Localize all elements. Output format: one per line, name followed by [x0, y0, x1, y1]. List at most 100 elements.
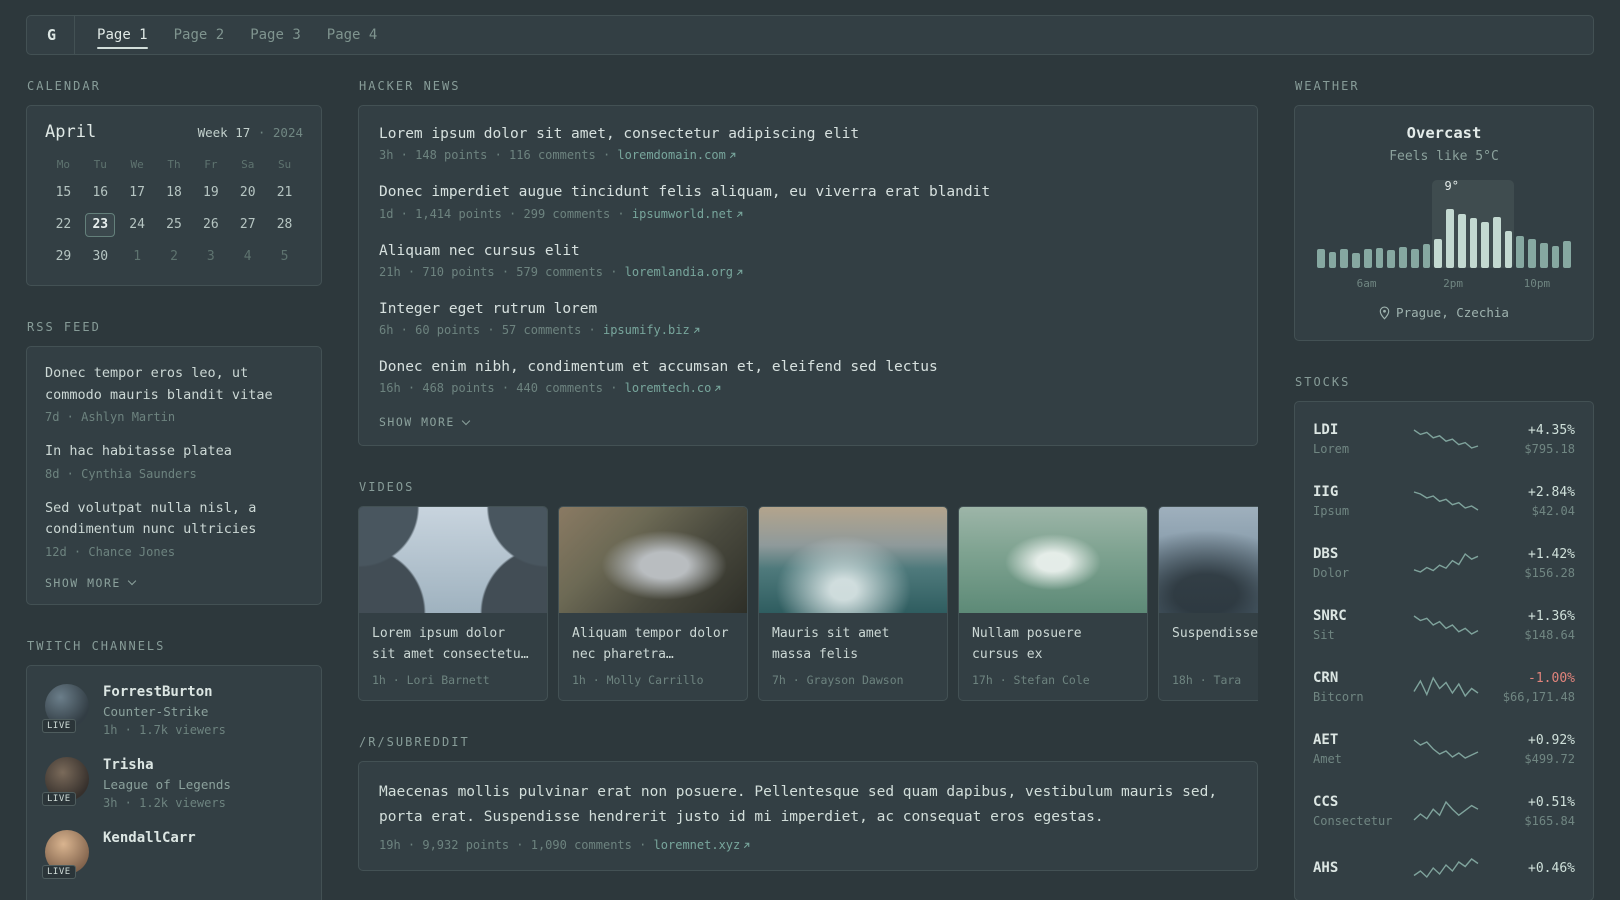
stock-change: -1.00% — [1528, 670, 1575, 686]
rss-item-meta: 12d · Chance Jones — [45, 544, 176, 559]
channel-avatar-wrap: LIVE — [42, 829, 89, 879]
hn-show-more-button[interactable]: SHOW MORE — [379, 415, 471, 429]
stock-sparkline — [1409, 427, 1483, 451]
stock-price: $148.64 — [1524, 627, 1575, 642]
rss-item[interactable]: Donec tempor eros leo, ut commodo mauris… — [45, 363, 303, 424]
post-stats: 19h · 9,932 points · 1,090 comments · — [379, 837, 647, 852]
hn-item-title[interactable]: Donec enim nibh, condimentum et accumsan… — [379, 357, 1237, 377]
video-title[interactable]: Mauris sit amet massa felis — [772, 624, 934, 665]
stock-info: CCS Consectetur — [1313, 794, 1409, 828]
channel-name[interactable]: KendallCarr — [103, 830, 196, 846]
twitch-channel-row[interactable]: LIVE Trisha League of Legends 3h · 1.2k … — [42, 756, 303, 810]
hn-item-domain-link[interactable]: loremtech.co — [625, 381, 723, 395]
stock-row[interactable]: CRN Bitcorn -1.00% $66,171.48 — [1311, 656, 1577, 718]
video-card[interactable]: Suspendisse diam 18h · Tara — [1158, 506, 1258, 702]
calendar-day-header: Su — [277, 158, 292, 171]
video-title[interactable]: Nullam posuere cursus ex — [972, 624, 1134, 665]
video-thumbnail — [959, 507, 1147, 614]
hn-item-title[interactable]: Aliquam nec cursus elit — [379, 241, 1237, 261]
hn-item-title[interactable]: Integer eget rutrum lorem — [379, 299, 1237, 319]
video-card-body: Mauris sit amet massa felis 7h · Grayson… — [759, 613, 947, 700]
calendar-day: 22 — [55, 217, 72, 232]
stock-values: +2.84% $42.04 — [1483, 485, 1575, 518]
page-tab[interactable]: Page 2 — [174, 16, 225, 54]
external-link-icon — [729, 153, 736, 159]
calendar-day: 5 — [280, 249, 289, 264]
rss-item-title[interactable]: Donec tempor eros leo, ut commodo mauris… — [45, 363, 303, 406]
hn-item-stats: 6h · 60 points · 57 comments · — [379, 323, 596, 338]
rss-item[interactable]: Sed volutpat nulla nisl, a condimentum n… — [45, 498, 303, 559]
page-tab[interactable]: Page 3 — [250, 16, 301, 54]
hn-item: Donec enim nibh, condimentum et accumsan… — [379, 357, 1237, 395]
post-text[interactable]: Maecenas mollis pulvinar erat non posuer… — [379, 780, 1237, 829]
twitch-channel-row[interactable]: LIVE KendallCarr — [42, 829, 303, 879]
channel-name[interactable]: Trisha — [103, 757, 231, 773]
stock-row[interactable]: LDI Lorem +4.35% $795.18 — [1311, 408, 1577, 470]
video-card-body: Nullam posuere cursus ex 17h · Stefan Co… — [959, 613, 1147, 700]
channel-game: Counter-Strike — [103, 703, 209, 719]
calendar-day: 3 — [206, 249, 215, 264]
hackernews-widget: Lorem ipsum dolor sit amet, consectetur … — [358, 105, 1258, 447]
weather-time-axis: 6am 2pm 10pm — [1315, 277, 1573, 292]
rss-item-meta: 7d · Ashlyn Martin — [45, 410, 176, 425]
rss-widget: Donec tempor eros leo, ut commodo mauris… — [26, 346, 322, 605]
video-card[interactable]: Lorem ipsum dolor sit amet consectetu… 1… — [358, 506, 548, 702]
hn-item-domain-link[interactable]: ipsumify.biz — [603, 323, 701, 337]
stock-sparkline — [1409, 489, 1483, 513]
calendar-day-header: Th — [167, 158, 181, 171]
post-meta: 19h · 9,932 points · 1,090 comments · lo… — [379, 838, 1237, 852]
page-tab[interactable]: Page 4 — [327, 16, 378, 54]
hn-item-title[interactable]: Lorem ipsum dolor sit amet, consectetur … — [379, 124, 1237, 144]
weather-feels-like: Feels like 5°C — [1389, 149, 1499, 164]
channel-info: ForrestBurton Counter-Strike 1h · 1.7k v… — [103, 684, 226, 737]
video-card[interactable]: Aliquam tempor dolor nec pharetra… 1h · … — [558, 506, 748, 702]
twitch-channel-row[interactable]: LIVE ForrestBurton Counter-Strike 1h · 1… — [42, 683, 303, 737]
hn-item-meta: 16h · 468 points · 440 comments · loremt… — [379, 381, 1237, 395]
stock-row[interactable]: IIG Ipsum +2.84% $42.04 — [1311, 470, 1577, 532]
stock-row[interactable]: SNRC Sit +1.36% $148.64 — [1311, 594, 1577, 656]
channel-name[interactable]: ForrestBurton — [103, 684, 226, 700]
stock-values: +0.92% $499.72 — [1483, 733, 1575, 766]
hackernews-section-title: HACKER NEWS — [359, 79, 461, 93]
video-meta: 1h · Lori Barnett — [372, 673, 490, 688]
stock-row[interactable]: AET Amet +0.92% $499.72 — [1311, 718, 1577, 780]
channel-info: KendallCarr — [103, 830, 196, 874]
hn-item-title[interactable]: Donec imperdiet augue tincidunt felis al… — [379, 182, 1237, 202]
stock-change: +0.92% — [1528, 732, 1575, 748]
page-tabs: Page 1 Page 2 Page 3 Page 4 — [97, 16, 377, 54]
stock-values: +1.36% $148.64 — [1483, 609, 1575, 642]
rss-item-title[interactable]: Sed volutpat nulla nisl, a condimentum n… — [45, 498, 303, 541]
video-card[interactable]: Nullam posuere cursus ex 17h · Stefan Co… — [958, 506, 1148, 702]
hn-item-domain-link[interactable]: loremdomain.com — [617, 148, 736, 162]
video-title[interactable]: Suspendisse diam — [1172, 624, 1258, 665]
rss-section-title: RSS FEED — [27, 320, 101, 334]
stock-name: Amet — [1313, 752, 1342, 766]
weather-location[interactable]: Prague, Czechia — [1315, 305, 1573, 320]
stock-row[interactable]: CCS Consectetur +0.51% $165.84 — [1311, 780, 1577, 842]
stock-row[interactable]: AHS +0.46% — [1311, 842, 1577, 894]
post-domain-link[interactable]: loremnet.xyz — [654, 838, 752, 852]
weather-bar — [1446, 209, 1454, 268]
rss-item[interactable]: In hac habitasse platea 8d · Cynthia Sau… — [45, 441, 303, 481]
rss-show-more-button[interactable]: SHOW MORE — [45, 576, 137, 590]
weather-bar — [1328, 251, 1337, 268]
video-meta: 18h · Tara — [1172, 673, 1242, 688]
hn-item-domain: ipsumify.biz — [602, 323, 690, 338]
hn-item-domain-link[interactable]: loremlandia.org — [625, 265, 744, 279]
subreddit-section-title: /R/SUBREDDIT — [359, 735, 470, 750]
video-card[interactable]: Mauris sit amet massa felis 7h · Grayson… — [758, 506, 948, 702]
header-divider — [74, 16, 76, 54]
calendar-month: April — [45, 122, 97, 142]
page-tab[interactable]: Page 1 — [97, 16, 148, 54]
stock-change: +1.36% — [1528, 608, 1575, 624]
hackernews-items: Lorem ipsum dolor sit amet, consectetur … — [379, 124, 1237, 395]
hn-item-domain-link[interactable]: ipsumworld.net — [632, 207, 744, 221]
video-title[interactable]: Aliquam tempor dolor nec pharetra… — [572, 624, 734, 665]
weather-bar — [1317, 249, 1325, 268]
video-title[interactable]: Lorem ipsum dolor sit amet consectetu… — [372, 624, 534, 665]
stock-row[interactable]: DBS Dolor +1.42% $156.28 — [1311, 532, 1577, 594]
calendar-day: 16 — [92, 185, 109, 200]
rss-item-title[interactable]: In hac habitasse platea — [45, 441, 303, 463]
calendar-day-header: Tu — [93, 158, 107, 171]
top-navigation-bar: G Page 1 Page 2 Page 3 Page 4 — [26, 15, 1594, 55]
